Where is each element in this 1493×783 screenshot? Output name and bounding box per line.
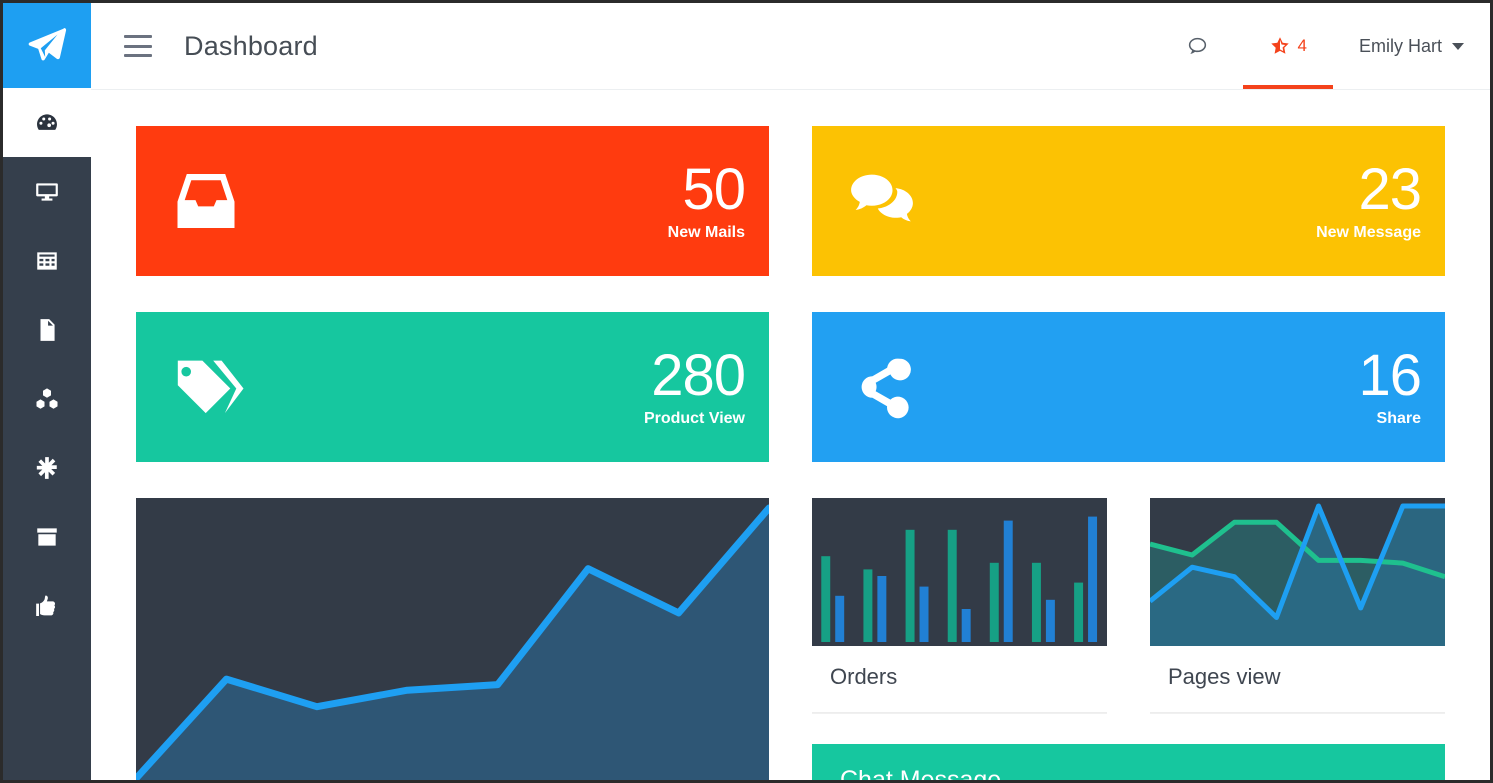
chat-message-card[interactable]: Chat Message [812,744,1445,780]
document-file-icon [40,318,55,341]
charts-row: Orders Pages view Chat Message [136,498,1445,780]
user-menu[interactable]: Emily Hart [1341,36,1490,57]
sidebar-item-support[interactable] [3,571,91,640]
header-actions: 4 Emily Hart [1160,3,1490,89]
chat-bubble-icon [1188,37,1206,54]
sidebar [3,3,91,780]
sidebar-item-components[interactable] [3,364,91,433]
chat-message-title: Chat Message [840,766,1002,780]
sidebar-item-tables[interactable] [3,226,91,295]
app-window: Dashboard 4 Emily Hart 50 New Mails 23 N… [0,0,1493,783]
app-logo[interactable] [3,3,91,88]
top-header: Dashboard 4 Emily Hart [91,3,1490,90]
asterisk-gear-icon [36,456,57,479]
sidebar-item-dashboard[interactable] [3,88,91,157]
share-icon [842,351,932,423]
orders-title: Orders [812,646,1107,713]
favorites-button[interactable]: 4 [1235,3,1341,89]
stat-label: New Mails [667,224,745,241]
thumbs-up-icon [36,594,56,616]
stat-value: 23 [1358,157,1422,222]
active-tab-underline [1242,85,1333,89]
half-star-icon [1270,37,1289,54]
sidebar-item-widgets[interactable] [3,502,91,571]
chat-bubbles-icon [842,165,932,237]
orders-bar-chart[interactable] [812,498,1107,646]
main-content: 50 New Mails 23 New Message 280 Product … [91,90,1490,780]
chat-button[interactable] [1160,3,1235,89]
monitor-desktop-icon [36,182,58,201]
stat-card-product-view[interactable]: 280 Product View [136,312,769,462]
stat-card-share[interactable]: 16 Share [812,312,1445,462]
stats-row-2: 280 Product View 16 Share [136,312,1445,498]
stat-value: 50 [682,157,746,222]
sidebar-item-extras[interactable] [3,433,91,502]
stat-card-new-message[interactable]: 23 New Message [812,126,1445,276]
pages-view-title: Pages view [1150,646,1445,713]
paper-plane-icon [28,27,67,60]
orders-card: Orders [812,498,1107,714]
stat-value: 280 [651,343,746,408]
sidebar-nav [3,88,91,640]
tags-icon [166,351,256,423]
favorites-count: 4 [1297,36,1307,55]
table-grid-icon [37,251,57,270]
chevron-down-icon [1452,42,1464,50]
cubes-boxes-icon [36,387,58,409]
inbox-icon [166,165,256,237]
mini-charts-row: Orders Pages view [812,498,1445,714]
stat-value: 16 [1358,343,1422,408]
pages-view-card: Pages view [1150,498,1445,714]
dashboard-speedometer-icon [37,113,57,130]
stat-card-new-mails[interactable]: 50 New Mails [136,126,769,276]
hamburger-menu-icon[interactable] [124,35,152,57]
revenue-area-chart-card [136,498,769,780]
page-title: Dashboard [184,30,318,61]
revenue-area-chart[interactable] [136,498,769,780]
sidebar-item-templates[interactable] [3,157,91,226]
stat-label: Product View [643,410,745,427]
pages-view-area-chart[interactable] [1150,498,1445,646]
stats-row-1: 50 New Mails 23 New Message [136,126,1445,312]
stat-label: New Message [1316,224,1421,241]
archive-box-icon [37,527,57,546]
user-name-label: Emily Hart [1358,35,1442,56]
stat-label: Share [1376,410,1421,427]
sidebar-item-pages[interactable] [3,295,91,364]
